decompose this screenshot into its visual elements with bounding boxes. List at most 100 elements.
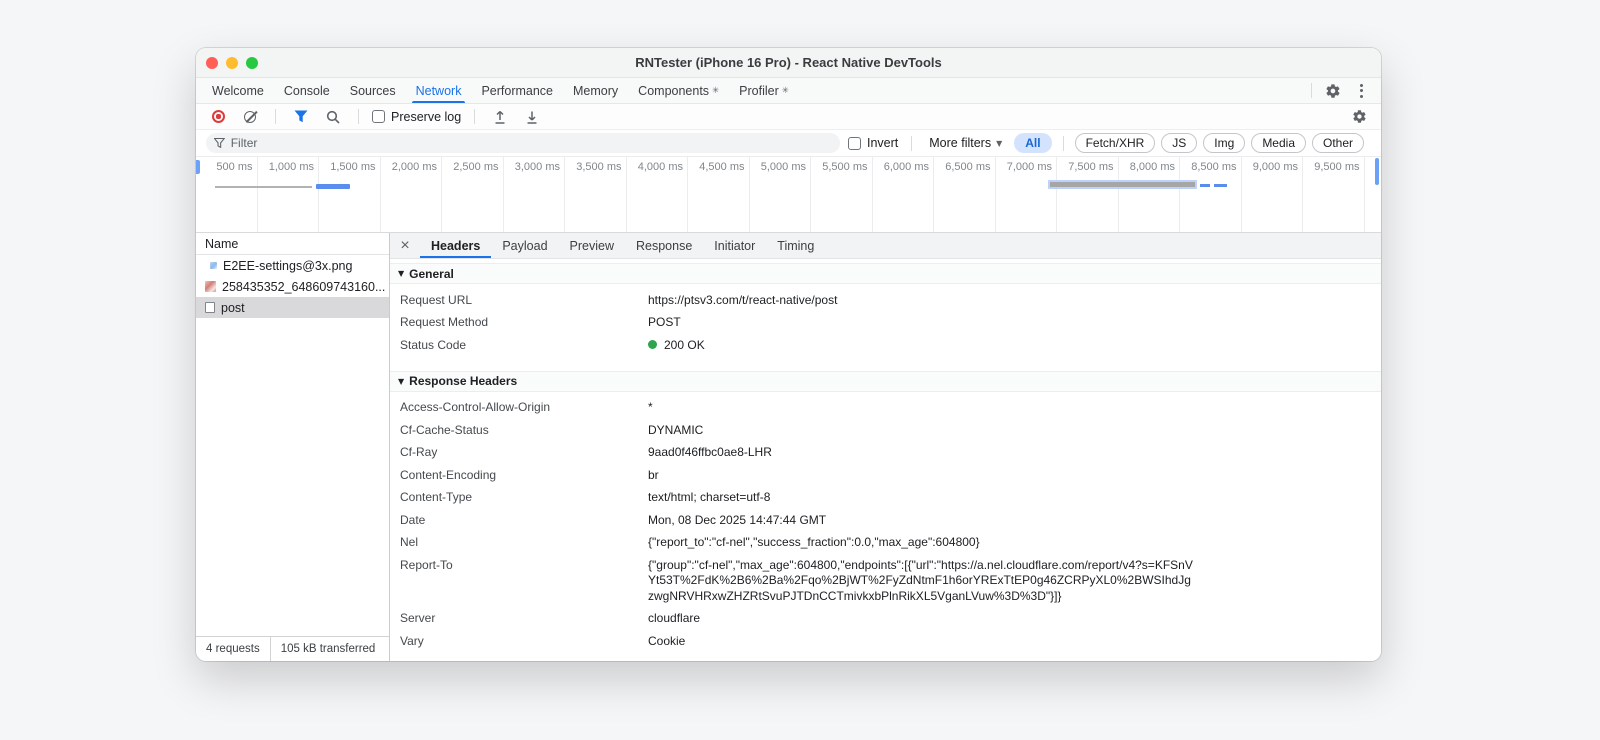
timeline-tick: 500 ms (196, 157, 258, 232)
waterfall-bar (1214, 184, 1227, 187)
divider (474, 109, 476, 124)
timeline-tick: 9,500 ms (1303, 157, 1365, 232)
request-detail-pane: × Headers Payload Preview Response Initi… (390, 233, 1381, 661)
tab-welcome[interactable]: Welcome (202, 78, 274, 103)
filter-pill-media[interactable]: Media (1251, 133, 1306, 153)
headers-panel: ▼ General Request URL https://ptsv3.com/… (390, 259, 1381, 661)
disclosure-triangle-icon: ▼ (398, 376, 405, 386)
tab-preview[interactable]: Preview (559, 233, 625, 258)
chevron-down-icon: ▼ (996, 138, 1003, 148)
timeline-tick: 6,000 ms (873, 157, 934, 232)
clear-network-log-icon[interactable] (238, 106, 262, 128)
export-har-icon[interactable] (520, 106, 544, 128)
more-filters-button[interactable]: More filters ▼ (925, 136, 1006, 150)
header-row: Nel {"report_to":"cf-nel","success_fract… (400, 535, 980, 549)
kebab-menu-icon[interactable] (1349, 80, 1373, 102)
tab-sources[interactable]: Sources (340, 78, 406, 103)
invert-checkbox[interactable]: Invert (848, 136, 898, 150)
tab-network[interactable]: Network (406, 78, 472, 103)
overview-scroll-handle[interactable] (196, 160, 200, 174)
status-ok-icon (648, 339, 657, 349)
network-toolbar: Preserve log (196, 104, 1381, 130)
divider (358, 109, 359, 124)
preserve-log-checkbox[interactable]: Preserve log (372, 110, 461, 124)
timeline-tick: 5,500 ms (811, 157, 873, 232)
react-badge-icon: ✳ (781, 85, 789, 96)
tab-response[interactable]: Response (625, 233, 703, 258)
filter-input-box[interactable] (206, 133, 840, 153)
waterfall-bar (1048, 180, 1197, 189)
disclosure-triangle-icon: ▼ (398, 269, 405, 278)
requests-count: 4 requests (206, 643, 260, 655)
header-row: Status Code 200 OK (400, 337, 705, 352)
request-row[interactable]: E2EE-settings@3x.png (196, 255, 389, 276)
filter-input[interactable] (230, 136, 832, 150)
react-badge-icon: ✳ (712, 85, 720, 96)
general-section: Request URL https://ptsv3.com/t/react-na… (390, 284, 1381, 363)
request-row-selected[interactable]: post (196, 297, 389, 318)
timeline-tick: 2,000 ms (381, 157, 442, 232)
waterfall-bar (215, 186, 312, 188)
header-row: Content-Type text/html; charset=utf-8 (400, 490, 771, 504)
filter-pill-img[interactable]: Img (1203, 133, 1246, 153)
tab-headers[interactable]: Headers (420, 233, 492, 258)
name-column-header[interactable]: Name (196, 233, 389, 255)
header-row: Cf-Ray 9aad0f46ffbc0ae8-LHR (400, 445, 772, 459)
window-title: RNTester (iPhone 16 Pro) - React Native … (635, 55, 942, 70)
timeline-tick: 9,000 ms (1242, 157, 1303, 232)
timeline-tick: 8,000 ms (1119, 157, 1180, 232)
timeline-tick: 4,500 ms (688, 157, 750, 232)
response-headers-section-header[interactable]: ▼ Response Headers (390, 370, 1381, 392)
general-section-header[interactable]: ▼ General (390, 263, 1381, 284)
timeline-tick: 8,500 ms (1180, 157, 1242, 232)
divider (275, 109, 276, 124)
filter-pill-all[interactable]: All (1014, 133, 1052, 153)
timeline-tick: 7,500 ms (1057, 157, 1119, 232)
tab-console[interactable]: Console (274, 78, 340, 103)
timeline-tick: 3,500 ms (565, 157, 627, 232)
network-filter-row: Invert More filters ▼ All Fetch/XHR JS I… (196, 130, 1381, 157)
header-row: Cf-Cache-Status DYNAMIC (400, 422, 704, 437)
overview-scrollbar[interactable] (1375, 158, 1379, 185)
header-row: Access-Control-Allow-Origin * (400, 400, 653, 414)
filter-pill-other[interactable]: Other (1312, 133, 1365, 153)
tab-performance[interactable]: Performance (471, 78, 563, 103)
image-thumbnail-icon (210, 262, 217, 269)
timeline-tick: 2,500 ms (442, 157, 504, 232)
response-headers-section: Access-Control-Allow-Origin * Cf-Cache-S… (390, 392, 1381, 659)
close-detail-icon[interactable]: × (390, 233, 420, 258)
header-row: Request URL https://ptsv3.com/t/react-na… (400, 292, 838, 307)
timeline-tick: 1,500 ms (319, 157, 381, 232)
timeline-tick: 6,500 ms (934, 157, 996, 232)
request-row[interactable]: 258435352_648609743160... (196, 276, 389, 297)
timeline-tick: 5,000 ms (750, 157, 811, 232)
tab-profiler[interactable]: Profiler ✳ (729, 78, 799, 103)
filter-pill-fetch-xhr[interactable]: Fetch/XHR (1074, 133, 1156, 153)
tab-components[interactable]: Components ✳ (628, 78, 729, 103)
timeline-tick: 1,000 ms (258, 157, 319, 232)
filter-funnel-icon[interactable] (289, 106, 313, 128)
checkbox-icon[interactable] (372, 110, 385, 123)
header-row: Vary Cookie (400, 633, 686, 648)
search-icon[interactable] (321, 106, 345, 128)
checkbox-icon[interactable] (848, 136, 861, 150)
tab-timing[interactable]: Timing (766, 233, 825, 258)
timeline-tick: 4,000 ms (627, 157, 688, 232)
detail-tabbar: × Headers Payload Preview Response Initi… (390, 233, 1381, 259)
timeline-tick: 7,000 ms (996, 157, 1057, 232)
settings-gear-icon[interactable] (1321, 80, 1345, 102)
network-status-bar: 4 requests 105 kB transferred (196, 636, 389, 661)
filter-pill-js[interactable]: JS (1161, 133, 1198, 153)
waterfall-bar (1200, 184, 1210, 187)
tab-initiator[interactable]: Initiator (703, 233, 766, 258)
request-list-panel: Name E2EE-settings@3x.png 258435352_6486… (196, 233, 390, 661)
tab-payload[interactable]: Payload (491, 233, 558, 258)
header-row: Date Mon, 08 Dec 2025 14:47:44 GMT (400, 512, 827, 527)
record-network-log-icon[interactable] (206, 106, 230, 128)
tab-memory[interactable]: Memory (563, 78, 628, 103)
network-overview-timeline[interactable]: 500 ms 1,000 ms 1,500 ms 2,000 ms 2,500 … (196, 157, 1381, 233)
divider (911, 135, 913, 151)
network-settings-gear-icon[interactable] (1347, 106, 1371, 128)
import-har-icon[interactable] (488, 106, 512, 128)
divider (1311, 83, 1312, 98)
